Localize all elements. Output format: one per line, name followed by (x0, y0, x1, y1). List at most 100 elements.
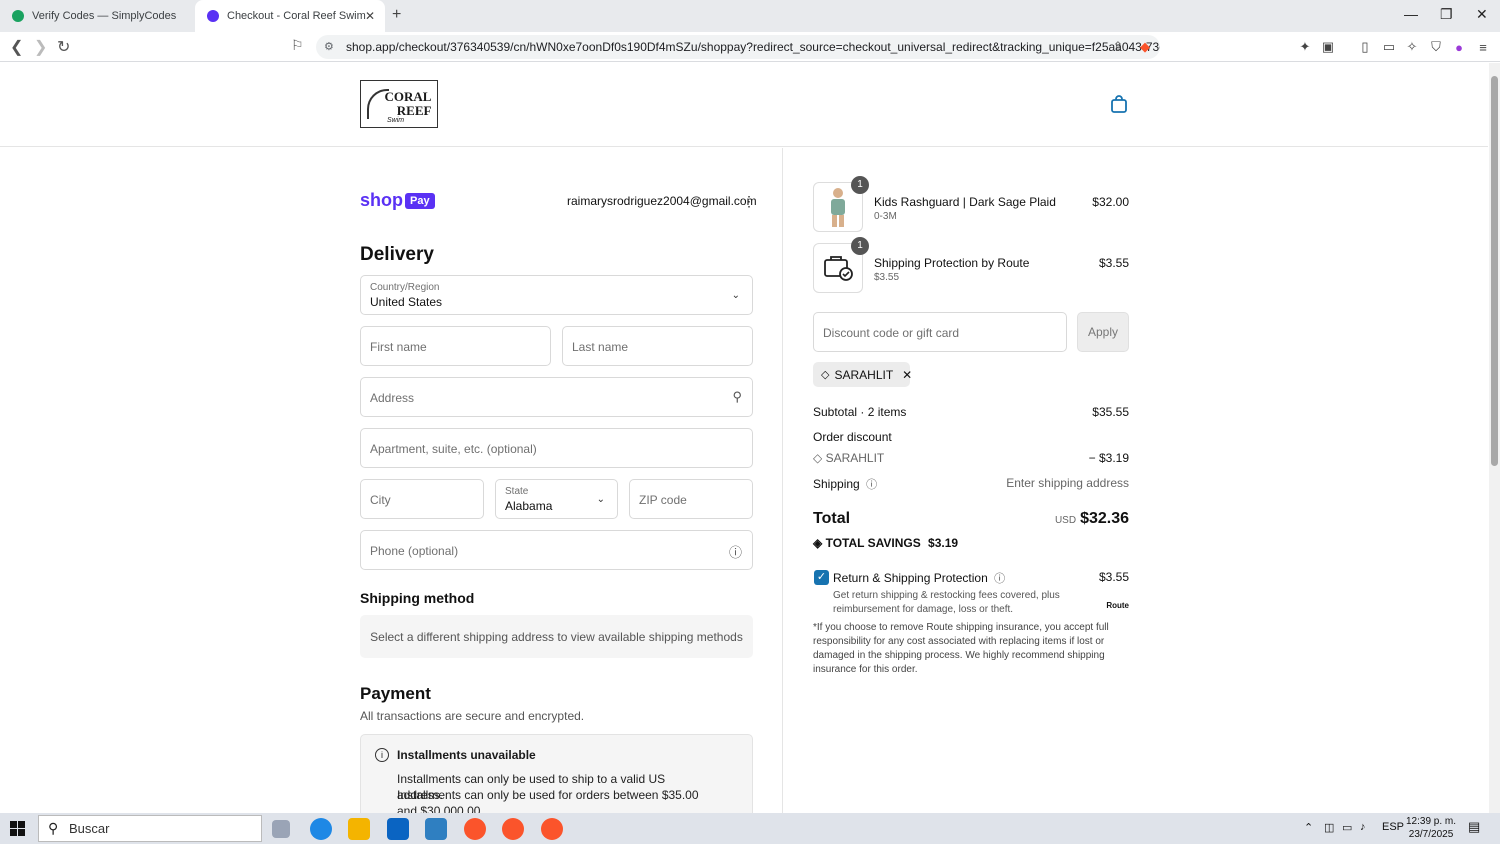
brave-icon[interactable] (541, 818, 563, 840)
vpn-icon[interactable]: ⛉ (1428, 39, 1444, 55)
shipping-row-label: Shipping ⓘ (813, 477, 878, 491)
route-disclaimer: *If you choose to remove Route shipping … (813, 622, 1109, 675)
product-variant: $3.55 (874, 272, 900, 283)
scrollbar-thumb[interactable] (1491, 76, 1498, 466)
tab-title: Checkout - Coral Reef Swim (227, 10, 366, 22)
tab-checkout[interactable]: Checkout - Coral Reef Swim ✕ (195, 0, 385, 32)
first-name-field[interactable]: First name (360, 326, 551, 366)
restore-icon[interactable]: ❐ (1440, 6, 1453, 23)
notifications-icon[interactable]: ▤ (1468, 819, 1480, 835)
protection-label: Return & Shipping Protection ⓘ (833, 571, 1006, 585)
account-menu-icon[interactable]: ⋮ (742, 193, 756, 210)
phone-field[interactable]: Phone (optional) ⓘ (360, 530, 753, 570)
cart-bag-icon[interactable] (1110, 95, 1128, 113)
shipping-value: Enter shipping address (1006, 476, 1129, 490)
profile-icon[interactable]: ● (1451, 39, 1467, 55)
chevron-down-icon: ⌄ (731, 290, 740, 301)
share-icon[interactable]: ⇪ (1110, 39, 1126, 55)
total-label: Total (813, 510, 851, 527)
site-info-icon[interactable]: ⚙ (324, 40, 334, 53)
store-logo[interactable]: CORAL REEF Swim (360, 80, 438, 128)
system-clock[interactable]: 12:39 p. m. 23/7/2025 (1406, 815, 1456, 841)
windows-taskbar: ⚲ Buscar ⌃ ◫ ▭ ♪ ESP 12:39 p. m. 23/7/20… (0, 813, 1500, 844)
screenshot-icon[interactable]: ▣ (1320, 39, 1336, 55)
installments-notice: i Installments unavailable Installments … (360, 734, 753, 824)
shop-pay-logo: shop Pay (360, 190, 435, 211)
search-icon: ⚲ (732, 389, 742, 404)
account-email: raimarysrodriguez2004@gmail.com (567, 194, 757, 208)
menu-icon[interactable]: ≡ (1475, 39, 1491, 55)
discount-code-row: ◇ SARAHLIT (813, 451, 885, 465)
remove-code-icon[interactable]: ✕ (902, 368, 912, 382)
close-tab-icon[interactable]: ✕ (365, 9, 375, 23)
brave-shield-icon[interactable]: ◆ (1137, 39, 1153, 55)
task-view-icon[interactable] (272, 820, 290, 838)
logo-text: CORAL REEF (384, 89, 432, 118)
product-name: Kids Rashguard | Dark Sage Plaid (874, 195, 1056, 209)
meet-now-icon[interactable]: ◫ (1324, 821, 1334, 834)
shipping-method-heading: Shipping method (360, 590, 475, 606)
tab-simplycodes[interactable]: Verify Codes — SimplyCodes (0, 0, 192, 32)
address-field[interactable]: Address ⚲ (360, 377, 753, 417)
url-text: shop.app/checkout/376340539/cn/hWN0xe7oo… (346, 40, 1160, 54)
shop-favicon-icon (207, 10, 219, 22)
file-explorer-icon[interactable] (348, 818, 370, 840)
info-icon[interactable]: ⓘ (994, 573, 1005, 585)
new-tab-icon[interactable]: + (392, 6, 401, 24)
photos-icon[interactable] (425, 818, 447, 840)
help-icon[interactable]: ⓘ (866, 479, 877, 491)
payment-heading: Payment (360, 684, 431, 703)
bookmark-icon[interactable]: ⚐ (291, 37, 304, 54)
extensions-icon[interactable]: ✦ (1297, 39, 1313, 55)
tag-icon: ◈ (813, 536, 823, 550)
product-thumbnail: 1 (813, 176, 869, 232)
edge-icon[interactable] (310, 818, 332, 840)
address-bar[interactable]: ⚙ shop.app/checkout/376340539/cn/hWN0xe7… (316, 35, 1160, 59)
volume-icon[interactable]: ♪ (1360, 821, 1366, 833)
applied-discount-tag: ◇ SARAHLIT ✕ (813, 362, 912, 387)
apply-discount-button[interactable]: Apply (1077, 312, 1129, 352)
country-value: United States (370, 295, 443, 309)
back-icon[interactable]: ❮ (10, 37, 23, 57)
quantity-badge: 1 (851, 237, 869, 255)
help-icon[interactable]: ⓘ (729, 542, 742, 561)
checkout-form-column: shop Pay raimarysrodriguez2004@gmail.com … (0, 148, 783, 824)
windows-start-icon[interactable] (10, 821, 25, 836)
installments-title: Installments unavailable (397, 748, 536, 762)
tab-title: Verify Codes — SimplyCodes (32, 10, 177, 22)
protection-checkbox[interactable]: ✓ (814, 570, 829, 585)
browser-toolbar: ❮ ❯ ↻ ⚐ ⚙ shop.app/checkout/376340539/cn… (0, 32, 1500, 62)
reload-icon[interactable]: ↻ (57, 37, 70, 57)
leo-ai-icon[interactable]: ✧ (1404, 39, 1420, 55)
taskbar-search[interactable]: ⚲ Buscar (38, 815, 262, 842)
zip-field[interactable]: ZIP code (629, 479, 753, 519)
forward-icon[interactable]: ❯ (34, 37, 47, 57)
outlook-icon[interactable] (387, 818, 409, 840)
logo-subtext: Swim (387, 117, 405, 124)
wallet-icon[interactable]: ▭ (1381, 39, 1397, 55)
currency-code: USD (1054, 515, 1077, 526)
state-value: Alabama (505, 499, 553, 513)
last-name-field[interactable]: Last name (562, 326, 753, 366)
apartment-field[interactable]: Apartment, suite, etc. (optional) (360, 428, 753, 468)
total-amount: USD $32.36 (1054, 510, 1129, 527)
applied-code: SARAHLIT (834, 367, 894, 382)
state-select[interactable]: State Alabama ⌄ (495, 479, 618, 519)
country-select[interactable]: Country/Region United States ⌄ (360, 275, 753, 315)
network-icon[interactable]: ▭ (1342, 821, 1352, 834)
payment-note: All transactions are secure and encrypte… (360, 709, 585, 723)
tag-icon: ◇ (813, 451, 823, 465)
minimize-icon[interactable]: — (1404, 6, 1418, 22)
simplycodes-favicon-icon (12, 10, 24, 22)
brave-icon[interactable] (464, 818, 486, 840)
chevron-down-icon: ⌄ (596, 494, 605, 505)
store-header: CORAL REEF Swim (0, 63, 1488, 147)
chevron-up-icon[interactable]: ⌃ (1304, 821, 1313, 834)
product-variant: 0-3M (874, 211, 897, 222)
discount-code-input[interactable]: Discount code or gift card (813, 312, 1067, 352)
sidebar-icon[interactable]: ▯ (1357, 39, 1373, 55)
input-language[interactable]: ESP (1382, 821, 1404, 833)
close-window-icon[interactable]: ✕ (1476, 6, 1488, 23)
brave-icon[interactable] (502, 818, 524, 840)
city-field[interactable]: City (360, 479, 484, 519)
